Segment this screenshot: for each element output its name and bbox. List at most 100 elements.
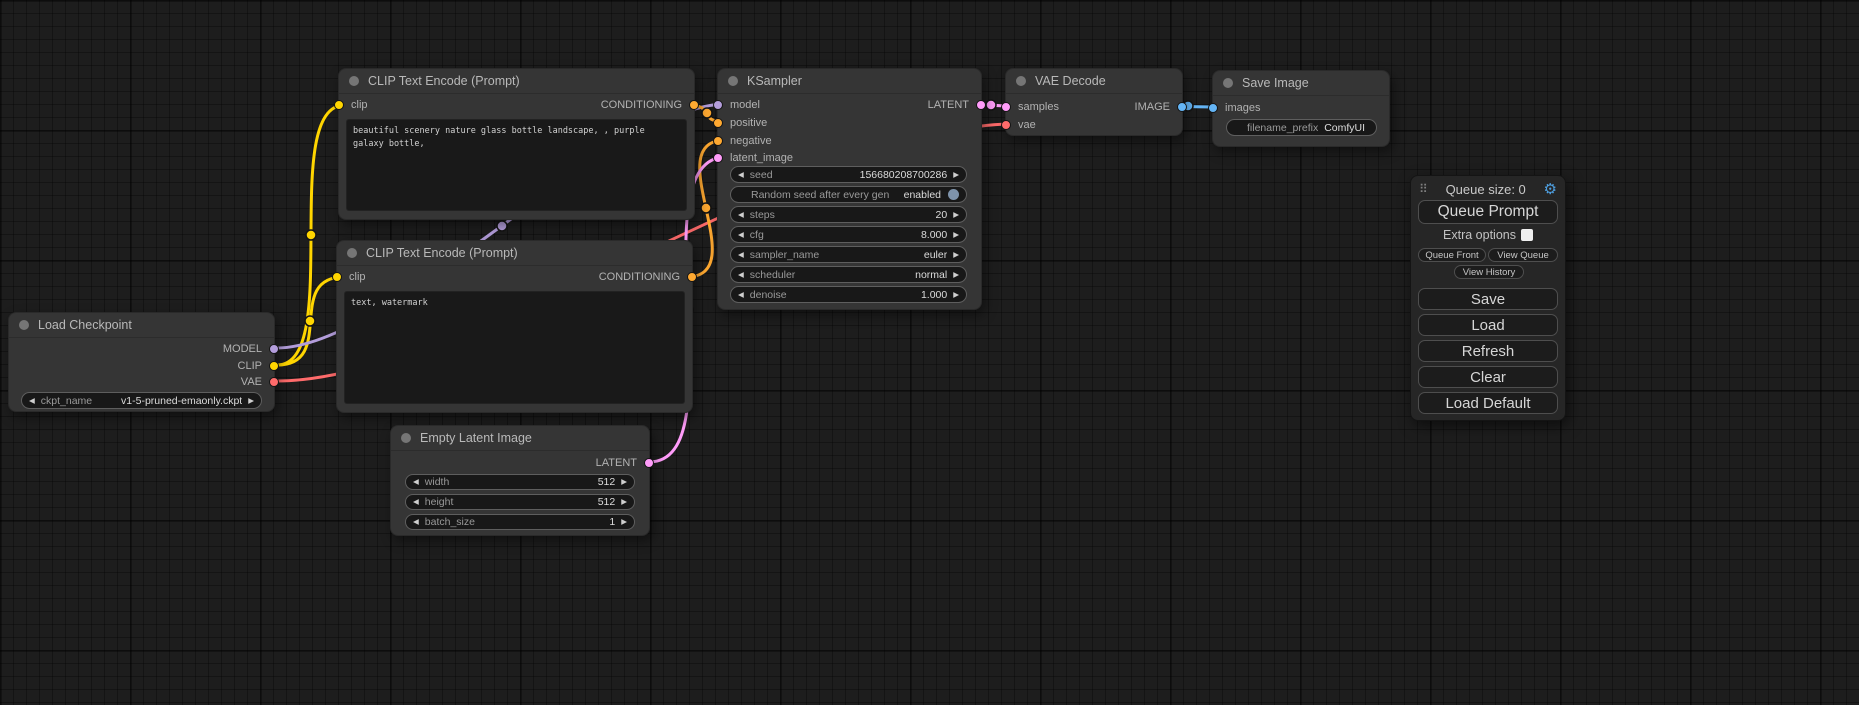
save-button[interactable]: Save: [1418, 288, 1558, 310]
toggle-dot-icon[interactable]: [948, 189, 959, 200]
node-empty-latent-image[interactable]: Empty Latent Image LATENT ◀ width 512 ▶ …: [390, 425, 650, 536]
increment-arrow-icon[interactable]: ▶: [621, 498, 627, 506]
node-header[interactable]: VAE Decode: [1006, 69, 1182, 94]
model-output-port[interactable]: [269, 344, 279, 354]
node-ksampler[interactable]: KSampler model positive negative latent_…: [717, 68, 982, 310]
conditioning-output-slot: CONDITIONING: [601, 99, 699, 111]
sampler-name-widget[interactable]: ◀ sampler_name euler ▶: [730, 246, 967, 263]
decrement-arrow-icon[interactable]: ◀: [413, 518, 419, 526]
collapse-dot-icon[interactable]: [19, 320, 29, 330]
view-history-button[interactable]: View History: [1454, 265, 1524, 279]
collapse-dot-icon[interactable]: [347, 248, 357, 258]
negative-input-port[interactable]: [713, 136, 723, 146]
steps-widget[interactable]: ◀ steps 20 ▶: [730, 206, 967, 223]
clip-input-port[interactable]: [334, 100, 344, 110]
queue-front-button[interactable]: Queue Front: [1418, 248, 1486, 262]
drag-handle-icon[interactable]: ⠿: [1419, 182, 1428, 196]
increment-arrow-icon[interactable]: ▶: [953, 251, 959, 259]
negative-prompt-textarea[interactable]: text, watermark: [344, 291, 685, 404]
width-widget[interactable]: ◀ width 512 ▶: [405, 474, 635, 490]
gear-icon[interactable]: ⚙: [1544, 182, 1557, 197]
decrement-arrow-icon[interactable]: ◀: [738, 231, 744, 239]
random-seed-toggle-widget[interactable]: Random seed after every gen enabled: [730, 186, 967, 203]
widget-value: 20: [781, 209, 947, 221]
conditioning-output-port[interactable]: [687, 272, 697, 282]
conditioning-output-port[interactable]: [689, 100, 699, 110]
batch-size-widget[interactable]: ◀ batch_size 1 ▶: [405, 514, 635, 530]
collapse-dot-icon[interactable]: [1016, 76, 1026, 86]
filename-prefix-widget[interactable]: filename_prefix ComfyUI: [1226, 119, 1377, 136]
widget-name: filename_prefix: [1247, 122, 1318, 134]
node-vae-decode[interactable]: VAE Decode samples vae IMAGE: [1005, 68, 1183, 136]
node-clip-text-encode-negative[interactable]: CLIP Text Encode (Prompt) clip CONDITION…: [336, 240, 693, 413]
model-input-port[interactable]: [713, 100, 723, 110]
decrement-arrow-icon[interactable]: ◀: [413, 478, 419, 486]
increment-arrow-icon[interactable]: ▶: [621, 518, 627, 526]
cfg-widget[interactable]: ◀ cfg 8.000 ▶: [730, 226, 967, 243]
increment-arrow-icon[interactable]: ▶: [248, 397, 254, 405]
samples-input-label: samples: [1018, 101, 1059, 113]
node-header[interactable]: CLIP Text Encode (Prompt): [339, 69, 694, 94]
node-header[interactable]: Empty Latent Image: [391, 426, 649, 451]
node-load-checkpoint[interactable]: Load Checkpoint MODEL CLIP VAE ◀ ckpt_na…: [8, 312, 275, 412]
increment-arrow-icon[interactable]: ▶: [621, 478, 627, 486]
node-header[interactable]: Save Image: [1213, 71, 1389, 96]
collapse-dot-icon[interactable]: [1223, 78, 1233, 88]
increment-arrow-icon[interactable]: ▶: [953, 291, 959, 299]
collapse-dot-icon[interactable]: [401, 433, 411, 443]
node-header[interactable]: KSampler: [718, 69, 981, 94]
images-input-label: images: [1225, 102, 1260, 114]
view-queue-button[interactable]: View Queue: [1488, 248, 1558, 262]
node-clip-text-encode-positive[interactable]: CLIP Text Encode (Prompt) clip CONDITION…: [338, 68, 695, 220]
clip-input-label: clip: [351, 99, 368, 111]
decrement-arrow-icon[interactable]: ◀: [738, 271, 744, 279]
widget-name: batch_size: [425, 516, 475, 528]
seed-widget[interactable]: ◀ seed 156680208700286 ▶: [730, 166, 967, 183]
clip-output-port[interactable]: [269, 361, 279, 371]
height-widget[interactable]: ◀ height 512 ▶: [405, 494, 635, 510]
collapse-dot-icon[interactable]: [728, 76, 738, 86]
queue-prompt-button[interactable]: Queue Prompt: [1418, 200, 1558, 224]
increment-arrow-icon[interactable]: ▶: [953, 211, 959, 219]
latent-image-input-port[interactable]: [713, 153, 723, 163]
node-save-image[interactable]: Save Image images filename_prefix ComfyU…: [1212, 70, 1390, 147]
samples-input-port[interactable]: [1001, 102, 1011, 112]
scheduler-widget[interactable]: ◀ scheduler normal ▶: [730, 266, 967, 283]
widget-value: 512: [459, 496, 615, 508]
decrement-arrow-icon[interactable]: ◀: [738, 211, 744, 219]
images-input-port[interactable]: [1208, 103, 1218, 113]
image-output-port[interactable]: [1177, 102, 1187, 112]
decrement-arrow-icon[interactable]: ◀: [738, 171, 744, 179]
node-graph-canvas[interactable]: Load Checkpoint MODEL CLIP VAE ◀ ckpt_na…: [0, 0, 1859, 705]
vae-input-label: vae: [1018, 119, 1036, 131]
increment-arrow-icon[interactable]: ▶: [953, 271, 959, 279]
refresh-button[interactable]: Refresh: [1418, 340, 1558, 362]
decrement-arrow-icon[interactable]: ◀: [413, 498, 419, 506]
node-header[interactable]: Load Checkpoint: [9, 313, 274, 338]
load-button[interactable]: Load: [1418, 314, 1558, 336]
collapse-dot-icon[interactable]: [349, 76, 359, 86]
widget-name: seed: [750, 169, 773, 181]
vae-input-port[interactable]: [1001, 120, 1011, 130]
decrement-arrow-icon[interactable]: ◀: [738, 291, 744, 299]
decrement-arrow-icon[interactable]: ◀: [738, 251, 744, 259]
latent-output-port[interactable]: [644, 458, 654, 468]
increment-arrow-icon[interactable]: ▶: [953, 171, 959, 179]
ckpt-name-widget[interactable]: ◀ ckpt_name v1-5-pruned-emaonly.ckpt ▶: [21, 392, 262, 409]
load-default-button[interactable]: Load Default: [1418, 392, 1558, 414]
widget-value: 156680208700286: [779, 169, 948, 181]
positive-prompt-textarea[interactable]: beautiful scenery nature glass bottle la…: [346, 119, 687, 211]
widget-name: width: [425, 476, 450, 488]
latent-output-port[interactable]: [976, 100, 986, 110]
positive-input-port[interactable]: [713, 118, 723, 128]
vae-output-port[interactable]: [269, 377, 279, 387]
increment-arrow-icon[interactable]: ▶: [953, 231, 959, 239]
denoise-widget[interactable]: ◀ denoise 1.000 ▶: [730, 286, 967, 303]
widget-name: steps: [750, 209, 775, 221]
clear-button[interactable]: Clear: [1418, 366, 1558, 388]
decrement-arrow-icon[interactable]: ◀: [29, 397, 35, 405]
clip-input-port[interactable]: [332, 272, 342, 282]
queue-size-label: Queue size: 0: [1446, 182, 1526, 197]
node-header[interactable]: CLIP Text Encode (Prompt): [337, 241, 692, 266]
extra-options-checkbox[interactable]: [1521, 229, 1533, 241]
